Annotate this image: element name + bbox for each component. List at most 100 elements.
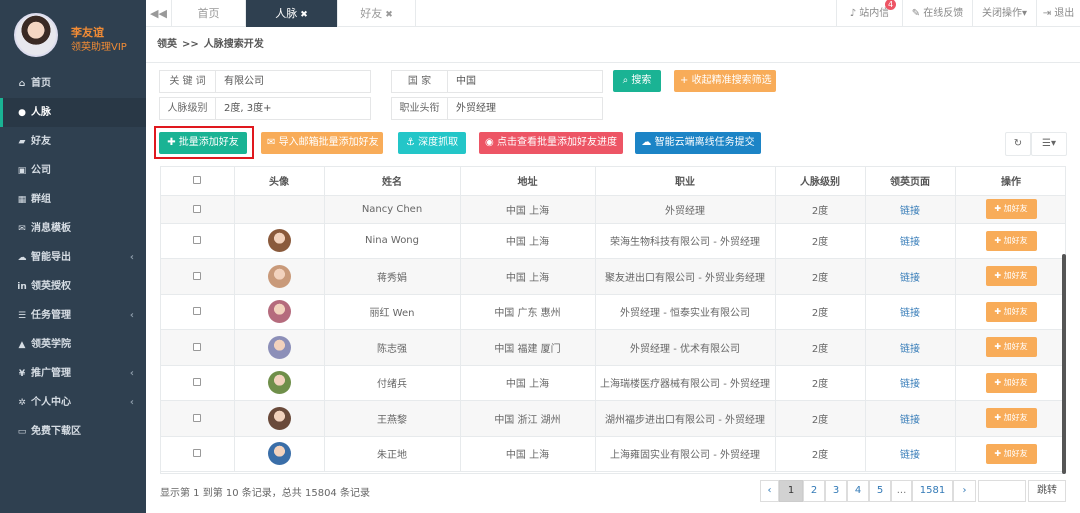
row-select[interactable] bbox=[161, 365, 235, 401]
table-row[interactable]: 朱正地 中国 上海 上海雍固实业有限公司 - 外贸经理 2度 链接 ✚ 加好友 bbox=[161, 436, 1065, 472]
title-input[interactable]: 外贸经理 bbox=[447, 97, 603, 120]
avatar[interactable] bbox=[267, 300, 291, 324]
profile-link[interactable]: 链接 bbox=[900, 415, 920, 426]
close-icon[interactable]: ✖ bbox=[385, 10, 393, 20]
add-friend-button[interactable]: ✚ 加好友 bbox=[985, 301, 1037, 322]
select-all-checkbox[interactable] bbox=[161, 167, 235, 196]
checkbox[interactable] bbox=[193, 378, 202, 387]
checkbox[interactable] bbox=[193, 307, 202, 316]
sidebar-item[interactable]: ✉ 消息模板 bbox=[0, 214, 146, 243]
avatar[interactable] bbox=[267, 264, 291, 288]
sidebar-item[interactable]: ● 人脉 bbox=[0, 98, 146, 127]
prev-page-button[interactable]: ‹ bbox=[760, 480, 779, 502]
profile-link[interactable]: 链接 bbox=[900, 344, 920, 355]
checkbox[interactable] bbox=[193, 342, 202, 351]
column-header[interactable]: 操作 bbox=[955, 167, 1065, 196]
checkbox[interactable] bbox=[193, 271, 202, 280]
add-friend-button[interactable]: ✚ 加好友 bbox=[985, 372, 1037, 393]
checkbox[interactable] bbox=[193, 413, 202, 422]
add-friend-button[interactable]: ✚ 加好友 bbox=[985, 266, 1037, 287]
profile-link[interactable]: 链接 bbox=[900, 206, 920, 217]
row-select[interactable] bbox=[161, 400, 235, 437]
level-select[interactable]: 2度, 3度+ bbox=[215, 97, 371, 120]
avatar[interactable] bbox=[267, 406, 291, 430]
avatar[interactable] bbox=[14, 13, 58, 57]
sidebar-item[interactable]: in 领英授权 bbox=[0, 272, 146, 301]
page-jump-button[interactable]: 跳转 bbox=[1028, 480, 1066, 502]
avatar[interactable] bbox=[267, 442, 291, 466]
breadcrumb-root[interactable]: 领英 bbox=[157, 39, 177, 50]
table-row[interactable]: 丽红 Wen 中国 广东 惠州 外贸经理 - 恒泰实业有限公司 2度 链接 ✚ 加好友 bbox=[161, 294, 1065, 330]
search-button[interactable]: ⌕ 搜索 bbox=[613, 70, 661, 92]
column-header[interactable]: 职业 bbox=[595, 167, 776, 196]
add-friend-button[interactable]: ✚ 加好友 bbox=[985, 230, 1037, 251]
collapse-sidebar-icon[interactable]: ◀◀ bbox=[146, 0, 172, 27]
checkbox[interactable] bbox=[193, 449, 202, 458]
sidebar-item[interactable]: ☁ 智能导出 ‹ bbox=[0, 243, 146, 272]
add-friend-button[interactable]: ✚ 加好友 bbox=[985, 408, 1037, 429]
avatar[interactable] bbox=[267, 371, 291, 395]
profile-link[interactable]: 链接 bbox=[900, 237, 920, 248]
row-select[interactable] bbox=[161, 436, 235, 472]
logout-button[interactable]: ⇥ 退出 bbox=[1036, 0, 1080, 27]
tab-home[interactable]: 首页 bbox=[172, 0, 246, 27]
sidebar-item[interactable]: ✲ 个人中心 ‹ bbox=[0, 388, 146, 417]
messages-button[interactable]: ♪ 站内信 4 bbox=[836, 0, 902, 27]
collapse-filter-button[interactable]: + 收起精准搜索筛选 bbox=[674, 70, 776, 92]
row-select[interactable] bbox=[161, 258, 235, 295]
table-row[interactable]: 王燕黎 中国 浙江 湖州 湖州福步进出口有限公司 - 外贸经理 2度 链接 ✚ 加好友 bbox=[161, 400, 1065, 437]
table-row[interactable]: 付绪兵 中国 上海 上海瑞楼医疗器械有限公司 - 外贸经理 2度 链接 ✚ 加好友 bbox=[161, 365, 1065, 401]
columns-dropdown[interactable]: ☰▾ bbox=[1031, 132, 1067, 156]
page-button[interactable]: 1 bbox=[779, 480, 803, 502]
profile-link[interactable]: 链接 bbox=[900, 379, 920, 390]
feedback-button[interactable]: ✎ 在线反馈 bbox=[902, 0, 972, 27]
country-input[interactable]: 中国 bbox=[447, 70, 603, 93]
add-friend-button[interactable]: ✚ 加好友 bbox=[985, 199, 1037, 219]
sidebar-item[interactable]: ▦ 群组 bbox=[0, 185, 146, 214]
sidebar-item[interactable]: ▰ 好友 bbox=[0, 127, 146, 156]
page-jump-input[interactable] bbox=[978, 480, 1026, 502]
avatar[interactable] bbox=[267, 229, 291, 253]
table-row[interactable]: Nina Wong 中国 上海 荣海生物科技有限公司 - 外贸经理 2度 链接 ✚ 加好友 bbox=[161, 223, 1065, 259]
page-button[interactable]: 3 bbox=[825, 480, 847, 502]
checkbox[interactable] bbox=[193, 236, 202, 245]
next-page-button[interactable]: › bbox=[953, 480, 976, 502]
sidebar-item[interactable]: ⌂ 首页 bbox=[0, 69, 146, 98]
sidebar-item[interactable]: ☰ 任务管理 ‹ bbox=[0, 301, 146, 330]
row-select[interactable] bbox=[161, 329, 235, 366]
scrollbar[interactable] bbox=[1062, 254, 1066, 474]
cloud-task-button[interactable]: ☁ 智能云端离线任务提交 bbox=[635, 132, 761, 154]
profile-link[interactable]: 链接 bbox=[900, 308, 920, 319]
column-header[interactable]: 姓名 bbox=[324, 167, 461, 196]
row-select[interactable] bbox=[161, 294, 235, 330]
column-header[interactable]: 头像 bbox=[234, 167, 325, 196]
page-button[interactable]: ... bbox=[891, 480, 912, 502]
column-header[interactable]: 地址 bbox=[460, 167, 596, 196]
column-header[interactable]: 领英页面 bbox=[865, 167, 956, 196]
profile-link[interactable]: 链接 bbox=[900, 450, 920, 461]
page-button[interactable]: 5 bbox=[869, 480, 891, 502]
tab-friends[interactable]: 好友 ✖ bbox=[338, 0, 416, 27]
import-email-button[interactable]: ✉ 导入邮箱批量添加好友 bbox=[261, 132, 383, 154]
sidebar-item[interactable]: ▣ 公司 bbox=[0, 156, 146, 185]
close-icon[interactable]: ✖ bbox=[300, 10, 308, 20]
add-friend-button[interactable]: ✚ 加好友 bbox=[985, 443, 1037, 464]
batch-add-friends-button[interactable]: ✚ 批量添加好友 bbox=[159, 132, 247, 154]
profile-link[interactable]: 链接 bbox=[900, 273, 920, 284]
close-ops-dropdown[interactable]: 关闭操作▾ bbox=[972, 0, 1036, 27]
table-row[interactable]: 蒋秀娟 中国 上海 聚友进出口有限公司 - 外贸业务经理 2度 链接 ✚ 加好友 bbox=[161, 258, 1065, 295]
keyword-input[interactable]: 有限公司 bbox=[215, 70, 371, 93]
row-select[interactable] bbox=[161, 223, 235, 259]
add-friend-button[interactable]: ✚ 加好友 bbox=[985, 337, 1037, 358]
sidebar-item[interactable]: ¥ 推广管理 ‹ bbox=[0, 359, 146, 388]
page-button[interactable]: 1581 bbox=[912, 480, 953, 502]
page-button[interactable]: 2 bbox=[803, 480, 825, 502]
refresh-icon[interactable]: ↻ bbox=[1005, 132, 1031, 156]
column-header[interactable]: 人脉级别 bbox=[775, 167, 866, 196]
deep-crawl-button[interactable]: ⚓ 深度抓取 bbox=[398, 132, 466, 154]
checkbox[interactable] bbox=[193, 204, 202, 213]
sidebar-item[interactable]: ▭ 免费下载区 bbox=[0, 417, 146, 446]
view-progress-button[interactable]: ◉ 点击查看批量添加好友进度 bbox=[479, 132, 623, 154]
page-button[interactable]: 4 bbox=[847, 480, 869, 502]
table-row[interactable]: 陈志强 中国 福建 厦门 外贸经理 - 优术有限公司 2度 链接 ✚ 加好友 bbox=[161, 329, 1065, 366]
